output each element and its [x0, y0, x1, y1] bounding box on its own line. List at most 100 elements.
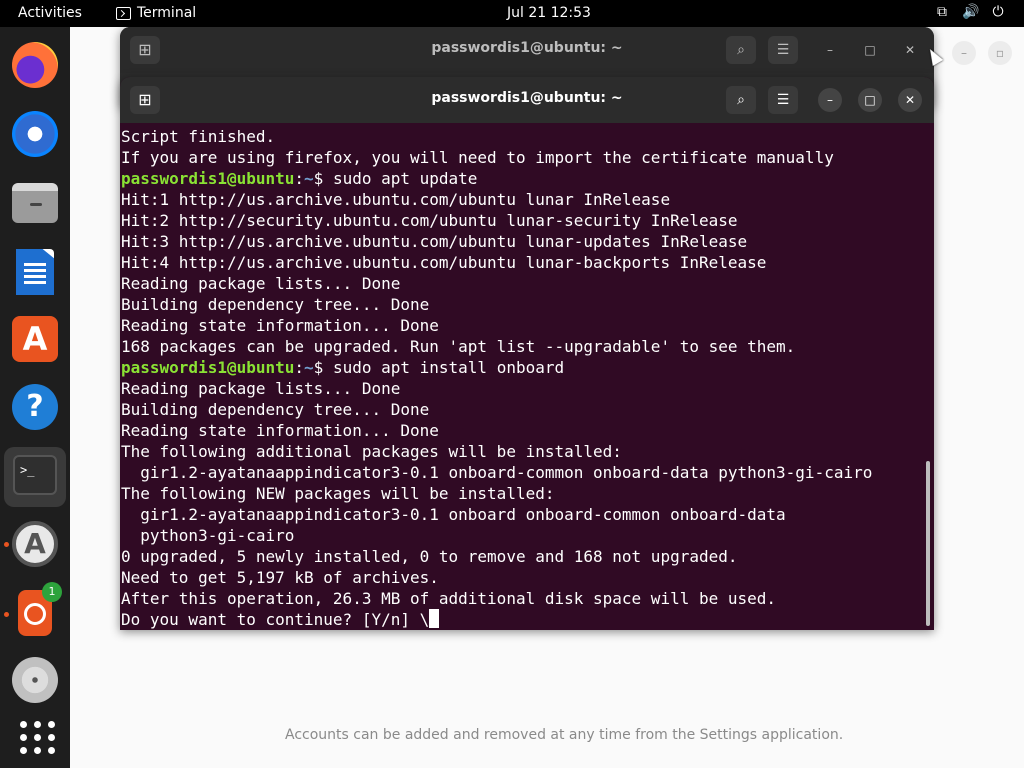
files-icon[interactable] — [12, 183, 58, 223]
bg-maximize-icon[interactable]: ▫ — [988, 41, 1012, 65]
running-indicator — [4, 612, 9, 617]
maximize-icon[interactable]: □ — [858, 88, 882, 112]
terminal-icon — [116, 6, 131, 20]
prompt-path: ~ — [304, 358, 314, 377]
thunderbird-icon[interactable] — [12, 111, 58, 157]
line-text: Reading package lists... Done — [121, 274, 401, 293]
line-text: The following NEW packages will be insta… — [121, 484, 555, 503]
terminal-output-line: 0 upgraded, 5 newly installed, 0 to remo… — [121, 546, 934, 567]
terminal-output-line: Do you want to continue? [Y/n] \ — [121, 609, 934, 630]
prompt-path: ~ — [304, 169, 314, 188]
terminal-output-line: Reading package lists... Done — [121, 378, 934, 399]
terminal-dock-icon[interactable]: >_ — [4, 447, 66, 507]
terminal-output-line: 168 packages can be upgraded. Run 'apt l… — [121, 336, 934, 357]
titlebar[interactable]: ⊞ passwordis1@ubuntu: ~ ⌕ ☰ – □ ✕ — [120, 77, 934, 123]
activities-button[interactable]: Activities — [18, 5, 82, 21]
terminal-output-line: Need to get 5,197 kB of archives. — [121, 567, 934, 588]
terminal-output-line: The following NEW packages will be insta… — [121, 483, 934, 504]
terminal-output-line: Hit:1 http://us.archive.ubuntu.com/ubunt… — [121, 189, 934, 210]
line-text: If you are using firefox, you will need … — [121, 148, 834, 167]
terminal-output-line: Hit:4 http://us.archive.ubuntu.com/ubunt… — [121, 252, 934, 273]
terminal-output-line: Reading state information... Done — [121, 315, 934, 336]
terminal-output-line: Script finished. — [121, 126, 934, 147]
line-text: Reading package lists... Done — [121, 379, 401, 398]
app-menu-terminal[interactable]: Terminal — [116, 5, 196, 21]
terminal-output-line: If you are using firefox, you will need … — [121, 147, 934, 168]
prompt-command: $ sudo apt install onboard — [313, 358, 565, 377]
window-title: passwordis1@ubuntu: ~ — [431, 40, 623, 56]
close-icon[interactable]: ✕ — [898, 88, 922, 112]
app-menu-label: Terminal — [137, 5, 197, 21]
top-bar: Activities Terminal Jul 21 12:53 ⧉ 🔊 ⏻ — [0, 0, 1024, 27]
terminal-output-line: python3-gi-cairo — [121, 525, 934, 546]
disc-icon[interactable] — [12, 657, 58, 703]
network-icon[interactable]: ⧉ — [934, 4, 950, 20]
search-icon[interactable]: ⌕ — [726, 86, 756, 114]
bg-minimize-icon[interactable]: – — [952, 41, 976, 65]
line-text: python3-gi-cairo — [121, 526, 295, 545]
accounts-footer-text: Accounts can be added and removed at any… — [285, 727, 844, 743]
ubuntu-pro-icon[interactable]: 1 — [18, 582, 62, 636]
terminal-output-line: Reading package lists... Done — [121, 273, 934, 294]
search-icon[interactable]: ⌕ — [726, 36, 756, 64]
line-text: After this operation, 26.3 MB of additio… — [121, 589, 777, 608]
terminal-glyph: >_ — [13, 455, 57, 495]
minimize-icon[interactable]: – — [818, 88, 842, 112]
window-title: passwordis1@ubuntu: ~ — [431, 90, 623, 106]
terminal-output[interactable]: Script finished. If you are using firefox… — [120, 123, 934, 630]
terminal-output-line: Hit:3 http://us.archive.ubuntu.com/ubunt… — [121, 231, 934, 252]
line-text: Hit:2 http://security.ubuntu.com/ubuntu … — [121, 211, 738, 230]
line-text: Reading state information... Done — [121, 421, 439, 440]
volume-icon[interactable]: 🔊 — [962, 4, 979, 20]
terminal-output-line: After this operation, 26.3 MB of additio… — [121, 588, 934, 609]
firefox-icon[interactable] — [12, 42, 58, 88]
running-indicator — [4, 542, 9, 547]
line-text: gir1.2-ayatanaappindicator3-0.1 onboard-… — [121, 463, 873, 482]
line-text: gir1.2-ayatanaappindicator3-0.1 onboard … — [121, 505, 786, 524]
clock[interactable]: Jul 21 12:53 — [507, 5, 591, 21]
line-text: Reading state information... Done — [121, 316, 439, 335]
terminal-prompt-line: passwordis1@ubuntu:~$ sudo apt update — [121, 169, 478, 188]
line-text: Hit:4 http://us.archive.ubuntu.com/ubunt… — [121, 253, 767, 272]
prompt-user: passwordis1@ubuntu — [121, 358, 295, 377]
ubuntu-software-icon[interactable]: A — [12, 316, 58, 362]
terminal-output-line: gir1.2-ayatanaappindicator3-0.1 onboard-… — [121, 462, 934, 483]
terminal-output-line: Reading state information... Done — [121, 420, 934, 441]
maximize-icon[interactable]: □ — [858, 38, 882, 62]
software-updater-icon[interactable]: A — [12, 521, 58, 567]
terminal-output-line: gir1.2-ayatanaappindicator3-0.1 onboard … — [121, 504, 934, 525]
line-text: The following additional packages will b… — [121, 442, 622, 461]
terminal-output-line: The following additional packages will b… — [121, 441, 934, 462]
help-icon[interactable]: ? — [12, 384, 58, 430]
titlebar[interactable]: ⊞ passwordis1@ubuntu: ~ ⌕ ☰ – □ ✕ — [120, 27, 934, 73]
system-tray[interactable]: ⧉ 🔊 ⏻ — [934, 4, 1006, 20]
line-text: 168 packages can be upgraded. Run 'apt l… — [121, 337, 796, 356]
line-text: Do you want to continue? [Y/n] \ — [121, 610, 430, 629]
dock: A ? >_ A 1 — [0, 27, 70, 768]
line-text: Hit:1 http://us.archive.ubuntu.com/ubunt… — [121, 190, 671, 209]
prompt-user: passwordis1@ubuntu — [121, 169, 295, 188]
line-text: Need to get 5,197 kB of archives. — [121, 568, 439, 587]
line-text: Building dependency tree... Done — [121, 295, 430, 314]
terminal-output-line: Building dependency tree... Done — [121, 399, 934, 420]
terminal-prompt-line: passwordis1@ubuntu:~$ sudo apt install o… — [121, 358, 565, 377]
libreoffice-writer-icon[interactable] — [16, 249, 54, 295]
scrollbar[interactable] — [926, 461, 930, 626]
show-applications-icon[interactable] — [12, 713, 58, 759]
ubuntu-logo-icon — [24, 603, 46, 625]
terminal-output-line: Building dependency tree... Done — [121, 294, 934, 315]
power-icon[interactable]: ⏻ — [990, 4, 1006, 20]
close-icon[interactable]: ✕ — [898, 38, 922, 62]
notification-badge: 1 — [42, 582, 62, 602]
terminal-window-front[interactable]: ⊞ passwordis1@ubuntu: ~ ⌕ ☰ – □ ✕ Script… — [120, 77, 934, 630]
line-text: 0 upgraded, 5 newly installed, 0 to remo… — [121, 547, 738, 566]
hamburger-menu-icon[interactable]: ☰ — [768, 36, 798, 64]
prompt-command: $ sudo apt update — [313, 169, 478, 188]
line-text: Script finished. — [121, 127, 276, 146]
text-cursor — [429, 609, 440, 628]
hamburger-menu-icon[interactable]: ☰ — [768, 86, 798, 114]
line-text: Hit:3 http://us.archive.ubuntu.com/ubunt… — [121, 232, 748, 251]
minimize-icon[interactable]: – — [818, 38, 842, 62]
line-text: Building dependency tree... Done — [121, 400, 430, 419]
terminal-output-line: Hit:2 http://security.ubuntu.com/ubuntu … — [121, 210, 934, 231]
